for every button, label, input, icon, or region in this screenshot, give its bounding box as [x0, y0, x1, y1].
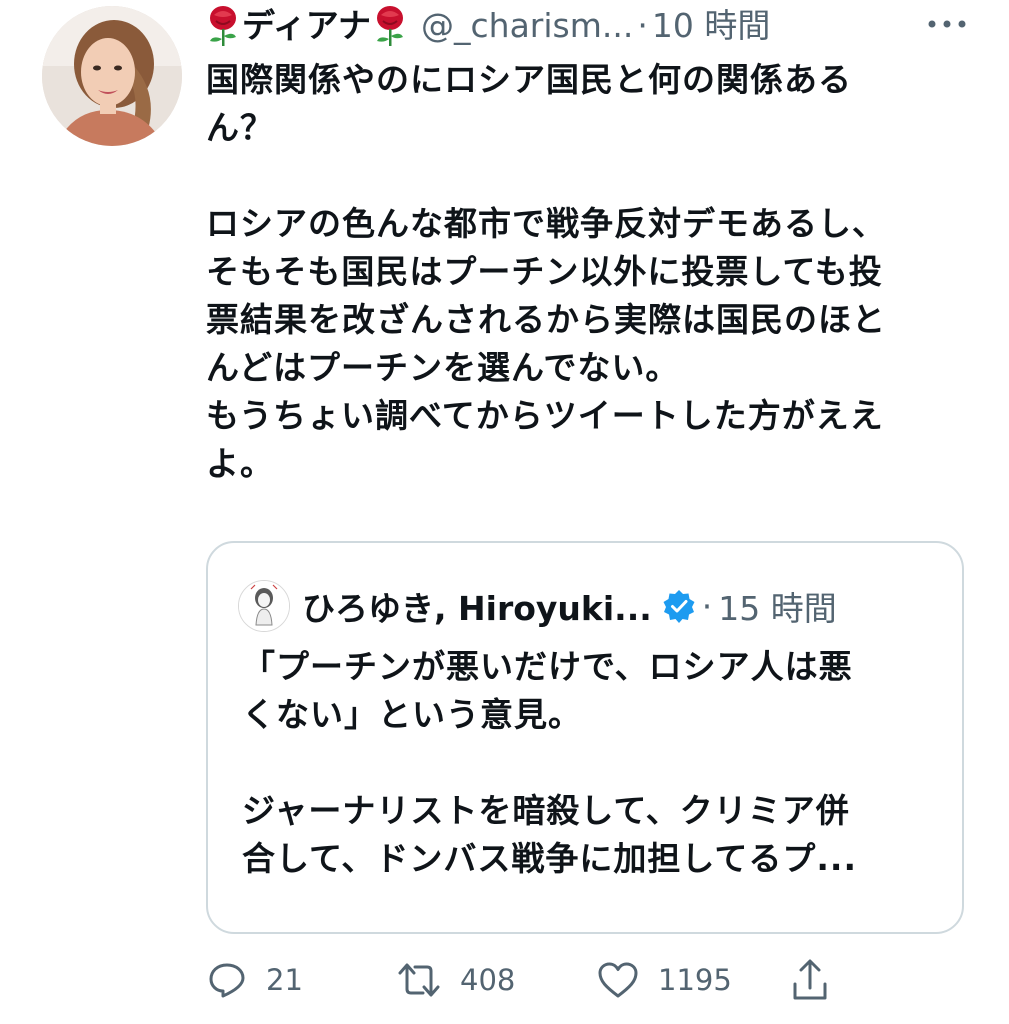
quoted-body-line: 「プーチンが悪いだけで、ロシア人は悪 — [242, 647, 853, 686]
quoted-tweet-body: 「プーチンが悪いだけで、ロシア人は悪 くない」という意見。 ジャーナリストを暗殺… — [242, 643, 942, 883]
quoted-body-line: くない」という意見。 — [242, 695, 582, 734]
tweet-body: 国際関係やのにロシア国民と何の関係ある ん？ ロシアの色んな都市で戦争反対デモあ… — [206, 56, 986, 488]
author-display-name[interactable]: ディアナ — [242, 0, 371, 52]
quoted-tweet-header: ひろゆき, Hiroyuki... · 15 時間 — [238, 577, 837, 635]
more-dots-icon[interactable] — [924, 14, 970, 34]
quoted-body-line: ジャーナリストを暗殺して、クリミア併 — [242, 791, 850, 830]
reply-icon — [209, 963, 245, 998]
retweet-count: 408 — [460, 963, 516, 997]
tweet-actions-bar: 21 408 1195 — [206, 954, 846, 1006]
share-icon — [793, 959, 827, 1000]
tweet-header: ディアナ @_charism... · 10 時間 — [206, 0, 770, 52]
quoted-tweet-time: 15 時間 — [718, 589, 837, 628]
time-separator: · — [637, 6, 648, 45]
author-handle[interactable]: @_charism... — [421, 0, 633, 52]
like-button[interactable]: 1195 — [596, 954, 732, 1006]
heart-icon — [598, 962, 638, 998]
quoted-body-line: 合して、ドンバス戦争に加担してるプ... — [242, 839, 857, 878]
body-line: そもそも国民はプーチン以外に投票しても投 — [206, 252, 883, 291]
body-line: よ。 — [206, 444, 274, 483]
retweet-icon — [398, 963, 440, 997]
rose-emoji-icon — [377, 6, 404, 46]
reply-button[interactable]: 21 — [206, 954, 303, 1006]
rose-emoji-icon — [210, 6, 236, 46]
time-separator: · — [701, 586, 713, 626]
share-button[interactable] — [790, 954, 848, 1006]
quoted-author-name[interactable]: ひろゆき, Hiroyuki... — [302, 582, 652, 630]
tweet: ディアナ @_charism... · 10 時間 国際関係やのにロシア国民と何… — [0, 0, 1009, 1024]
quoted-tweet-card[interactable]: ひろゆき, Hiroyuki... · 15 時間 「プーチンが悪いだけで、ロシ… — [206, 541, 964, 934]
body-line: 票結果を改ざんされるから実際は国民のほと — [206, 300, 886, 339]
tweet-time[interactable]: 10 時間 — [652, 0, 770, 52]
like-count: 1195 — [658, 963, 732, 997]
body-line: ロシアの色んな都市で戦争反対デモあるし、 — [206, 204, 886, 243]
verified-badge-icon — [663, 590, 695, 623]
body-line: ん？ — [206, 108, 274, 147]
body-line: んどはプーチンを選んでない。 — [206, 348, 680, 387]
retweet-button[interactable]: 408 — [396, 954, 515, 1006]
quoted-author-avatar — [238, 580, 290, 632]
body-line: もうちょい調べてからツイートした方がええ — [206, 396, 884, 435]
reply-count: 21 — [266, 963, 303, 997]
author-avatar[interactable] — [42, 6, 182, 146]
body-line: 国際関係やのにロシア国民と何の関係ある — [206, 60, 852, 99]
